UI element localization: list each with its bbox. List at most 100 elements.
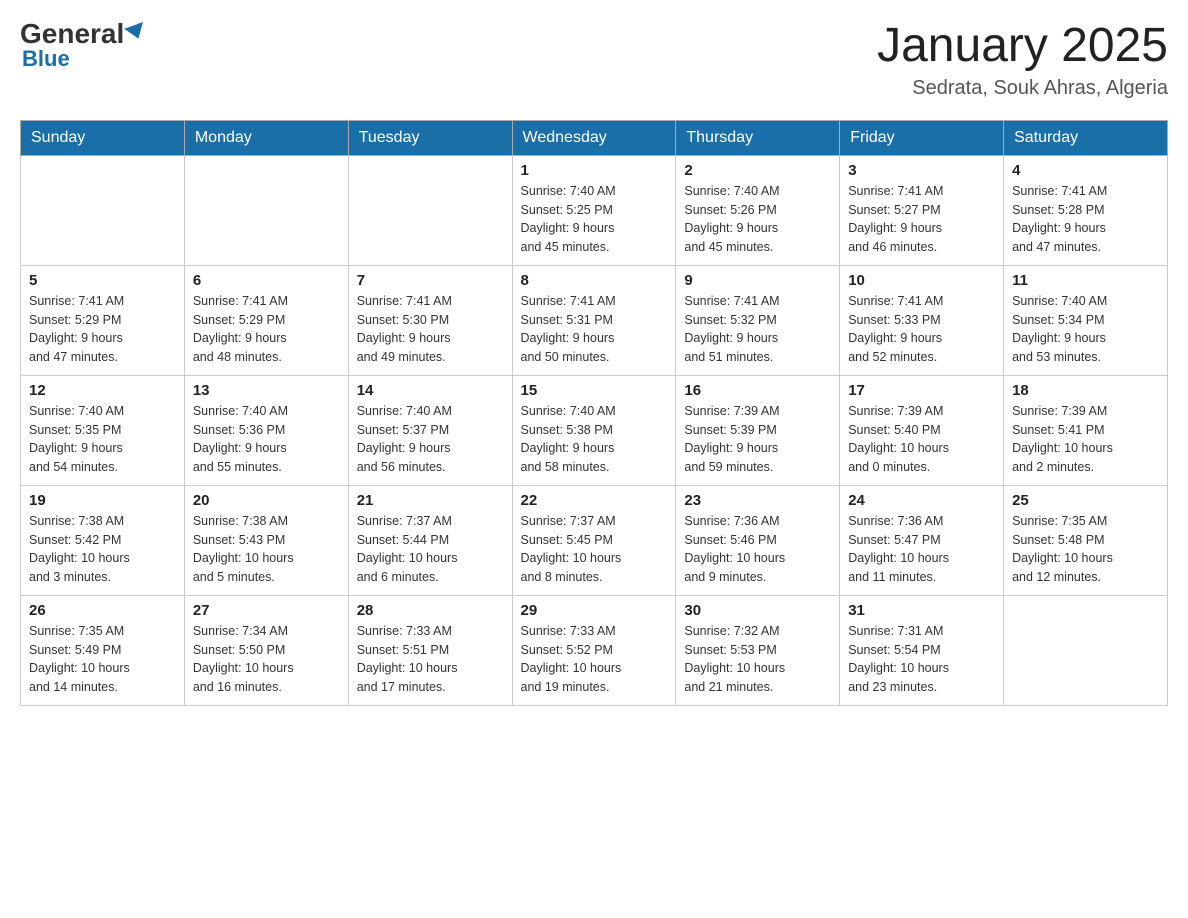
table-row — [348, 155, 512, 265]
day-number: 5 — [29, 272, 176, 289]
table-row: 2 Sunrise: 7:40 AM Sunset: 5:26 PM Daylig… — [676, 155, 840, 265]
calendar-week-row: 5 Sunrise: 7:41 AM Sunset: 5:29 PM Daylig… — [21, 265, 1168, 375]
day-info: Sunrise: 7:36 AM Sunset: 5:47 PM Dayligh… — [848, 512, 995, 587]
day-info: Sunrise: 7:33 AM Sunset: 5:52 PM Dayligh… — [521, 622, 668, 697]
day-info: Sunrise: 7:40 AM Sunset: 5:34 PM Dayligh… — [1012, 292, 1159, 367]
table-row: 26 Sunrise: 7:35 AM Sunset: 5:49 PM Dayli… — [21, 595, 185, 705]
day-info: Sunrise: 7:41 AM Sunset: 5:31 PM Dayligh… — [521, 292, 668, 367]
day-number: 6 — [193, 272, 340, 289]
table-row: 14 Sunrise: 7:40 AM Sunset: 5:37 PM Dayli… — [348, 375, 512, 485]
calendar-header-row: Sunday Monday Tuesday Wednesday Thursday… — [21, 120, 1168, 155]
day-info: Sunrise: 7:35 AM Sunset: 5:48 PM Dayligh… — [1012, 512, 1159, 587]
day-number: 16 — [684, 382, 831, 399]
day-info: Sunrise: 7:40 AM Sunset: 5:26 PM Dayligh… — [684, 182, 831, 257]
table-row — [21, 155, 185, 265]
table-row: 21Sunrise: 7:37 AM Sunset: 5:44 PM Dayli… — [348, 485, 512, 595]
table-row: 15 Sunrise: 7:40 AM Sunset: 5:38 PM Dayli… — [512, 375, 676, 485]
day-number: 22 — [521, 492, 668, 509]
table-row — [1004, 595, 1168, 705]
calendar-week-row: 12 Sunrise: 7:40 AM Sunset: 5:35 PM Dayli… — [21, 375, 1168, 485]
day-number: 24 — [848, 492, 995, 509]
day-number: 21 — [357, 492, 504, 509]
table-row: 3 Sunrise: 7:41 AM Sunset: 5:27 PM Daylig… — [840, 155, 1004, 265]
day-number: 2 — [684, 162, 831, 179]
table-row: 8 Sunrise: 7:41 AM Sunset: 5:31 PM Daylig… — [512, 265, 676, 375]
day-number: 31 — [848, 602, 995, 619]
table-row: 29 Sunrise: 7:33 AM Sunset: 5:52 PM Dayli… — [512, 595, 676, 705]
day-info: Sunrise: 7:33 AM Sunset: 5:51 PM Dayligh… — [357, 622, 504, 697]
calendar-week-row: 19Sunrise: 7:38 AM Sunset: 5:42 PM Dayli… — [21, 485, 1168, 595]
table-row: 20 Sunrise: 7:38 AM Sunset: 5:43 PM Dayli… — [184, 485, 348, 595]
table-row: 17 Sunrise: 7:39 AM Sunset: 5:40 PM Dayli… — [840, 375, 1004, 485]
table-row: 4Sunrise: 7:41 AM Sunset: 5:28 PM Daylig… — [1004, 155, 1168, 265]
table-row: 7 Sunrise: 7:41 AM Sunset: 5:30 PM Daylig… — [348, 265, 512, 375]
day-number: 14 — [357, 382, 504, 399]
month-title: January 2025 — [877, 20, 1168, 73]
day-info: Sunrise: 7:31 AM Sunset: 5:54 PM Dayligh… — [848, 622, 995, 697]
day-number: 30 — [684, 602, 831, 619]
day-number: 29 — [521, 602, 668, 619]
day-number: 13 — [193, 382, 340, 399]
location: Sedrata, Souk Ahras, Algeria — [877, 77, 1168, 100]
table-row: 22Sunrise: 7:37 AM Sunset: 5:45 PM Dayli… — [512, 485, 676, 595]
table-row: 24 Sunrise: 7:36 AM Sunset: 5:47 PM Dayli… — [840, 485, 1004, 595]
day-number: 26 — [29, 602, 176, 619]
day-info: Sunrise: 7:41 AM Sunset: 5:29 PM Dayligh… — [193, 292, 340, 367]
logo-general: General — [20, 20, 146, 48]
day-info: Sunrise: 7:41 AM Sunset: 5:29 PM Dayligh… — [29, 292, 176, 367]
day-number: 18 — [1012, 382, 1159, 399]
col-wednesday: Wednesday — [512, 120, 676, 155]
day-number: 10 — [848, 272, 995, 289]
day-number: 23 — [684, 492, 831, 509]
table-row: 9 Sunrise: 7:41 AM Sunset: 5:32 PM Daylig… — [676, 265, 840, 375]
day-info: Sunrise: 7:36 AM Sunset: 5:46 PM Dayligh… — [684, 512, 831, 587]
day-info: Sunrise: 7:38 AM Sunset: 5:43 PM Dayligh… — [193, 512, 340, 587]
day-info: Sunrise: 7:40 AM Sunset: 5:37 PM Dayligh… — [357, 402, 504, 477]
table-row: 31 Sunrise: 7:31 AM Sunset: 5:54 PM Dayli… — [840, 595, 1004, 705]
calendar-week-row: 1Sunrise: 7:40 AM Sunset: 5:25 PM Daylig… — [21, 155, 1168, 265]
day-info: Sunrise: 7:41 AM Sunset: 5:27 PM Dayligh… — [848, 182, 995, 257]
page-header: General Blue January 2025 Sedrata, Souk … — [20, 20, 1168, 100]
day-number: 12 — [29, 382, 176, 399]
day-info: Sunrise: 7:40 AM Sunset: 5:38 PM Dayligh… — [521, 402, 668, 477]
day-info: Sunrise: 7:39 AM Sunset: 5:40 PM Dayligh… — [848, 402, 995, 477]
table-row: 27Sunrise: 7:34 AM Sunset: 5:50 PM Dayli… — [184, 595, 348, 705]
day-number: 19 — [29, 492, 176, 509]
day-info: Sunrise: 7:41 AM Sunset: 5:30 PM Dayligh… — [357, 292, 504, 367]
table-row: 5 Sunrise: 7:41 AM Sunset: 5:29 PM Daylig… — [21, 265, 185, 375]
logo: General Blue — [20, 20, 146, 72]
day-number: 9 — [684, 272, 831, 289]
day-number: 8 — [521, 272, 668, 289]
col-tuesday: Tuesday — [348, 120, 512, 155]
day-number: 17 — [848, 382, 995, 399]
day-number: 25 — [1012, 492, 1159, 509]
day-info: Sunrise: 7:40 AM Sunset: 5:25 PM Dayligh… — [521, 182, 668, 257]
table-row: 16Sunrise: 7:39 AM Sunset: 5:39 PM Dayli… — [676, 375, 840, 485]
table-row: 28 Sunrise: 7:33 AM Sunset: 5:51 PM Dayli… — [348, 595, 512, 705]
day-number: 7 — [357, 272, 504, 289]
table-row: 18Sunrise: 7:39 AM Sunset: 5:41 PM Dayli… — [1004, 375, 1168, 485]
day-number: 11 — [1012, 272, 1159, 289]
day-number: 4 — [1012, 162, 1159, 179]
table-row: 10Sunrise: 7:41 AM Sunset: 5:33 PM Dayli… — [840, 265, 1004, 375]
logo-blue: Blue — [22, 46, 70, 72]
day-number: 15 — [521, 382, 668, 399]
day-number: 20 — [193, 492, 340, 509]
day-info: Sunrise: 7:40 AM Sunset: 5:35 PM Dayligh… — [29, 402, 176, 477]
table-row: 1Sunrise: 7:40 AM Sunset: 5:25 PM Daylig… — [512, 155, 676, 265]
day-info: Sunrise: 7:32 AM Sunset: 5:53 PM Dayligh… — [684, 622, 831, 697]
table-row: 6 Sunrise: 7:41 AM Sunset: 5:29 PM Daylig… — [184, 265, 348, 375]
day-number: 28 — [357, 602, 504, 619]
day-info: Sunrise: 7:41 AM Sunset: 5:32 PM Dayligh… — [684, 292, 831, 367]
day-number: 3 — [848, 162, 995, 179]
col-saturday: Saturday — [1004, 120, 1168, 155]
logo-triangle-icon — [124, 22, 148, 42]
day-info: Sunrise: 7:35 AM Sunset: 5:49 PM Dayligh… — [29, 622, 176, 697]
table-row: 25 Sunrise: 7:35 AM Sunset: 5:48 PM Dayli… — [1004, 485, 1168, 595]
col-monday: Monday — [184, 120, 348, 155]
table-row: 19Sunrise: 7:38 AM Sunset: 5:42 PM Dayli… — [21, 485, 185, 595]
col-sunday: Sunday — [21, 120, 185, 155]
table-row: 13Sunrise: 7:40 AM Sunset: 5:36 PM Dayli… — [184, 375, 348, 485]
col-friday: Friday — [840, 120, 1004, 155]
title-block: January 2025 Sedrata, Souk Ahras, Algeri… — [877, 20, 1168, 100]
